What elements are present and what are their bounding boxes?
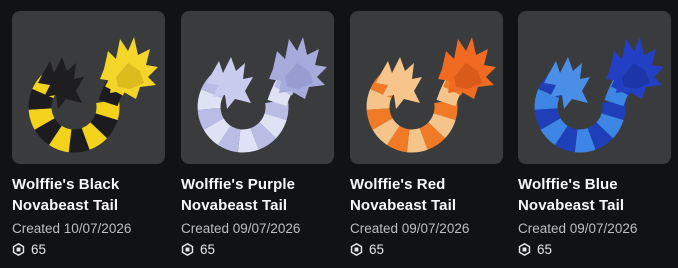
item-created-date: Created 09/07/2026 (350, 221, 470, 236)
item-name[interactable]: Wolffie's Black Novabeast Tail (12, 174, 162, 216)
item-price: 65 (350, 241, 503, 258)
robux-icon (518, 242, 531, 257)
item-card[interactable]: Wolffie's Red Novabeast Tail Created 09/… (350, 11, 503, 261)
item-thumbnail[interactable] (12, 11, 165, 164)
item-price: 65 (12, 241, 165, 258)
item-price-value: 65 (537, 242, 553, 257)
item-name[interactable]: Wolffie's Red Novabeast Tail (350, 174, 500, 216)
item-price-value: 65 (31, 242, 47, 257)
item-created-date: Created 09/07/2026 (181, 221, 301, 236)
item-created-date: Created 10/07/2026 (12, 221, 132, 236)
item-created-date: Created 09/07/2026 (518, 221, 638, 236)
item-price: 65 (518, 241, 671, 258)
item-price: 65 (181, 241, 334, 258)
item-price-value: 65 (369, 242, 385, 257)
item-thumbnail[interactable] (350, 11, 503, 164)
item-thumbnail[interactable] (518, 11, 671, 164)
item-thumbnail[interactable] (181, 11, 334, 164)
robux-icon (181, 242, 194, 257)
item-name[interactable]: Wolffie's Blue Novabeast Tail (518, 174, 668, 216)
robux-icon (12, 242, 25, 257)
item-card[interactable]: Wolffie's Purple Novabeast Tail Created … (181, 11, 334, 261)
robux-icon (350, 242, 363, 257)
item-name[interactable]: Wolffie's Purple Novabeast Tail (181, 174, 331, 216)
item-card[interactable]: Wolffie's Black Novabeast Tail Created 1… (12, 11, 165, 261)
item-card[interactable]: Wolffie's Blue Novabeast Tail Created 09… (518, 11, 671, 261)
item-price-value: 65 (200, 242, 216, 257)
catalog-grid: Wolffie's Black Novabeast Tail Created 1… (0, 0, 678, 268)
